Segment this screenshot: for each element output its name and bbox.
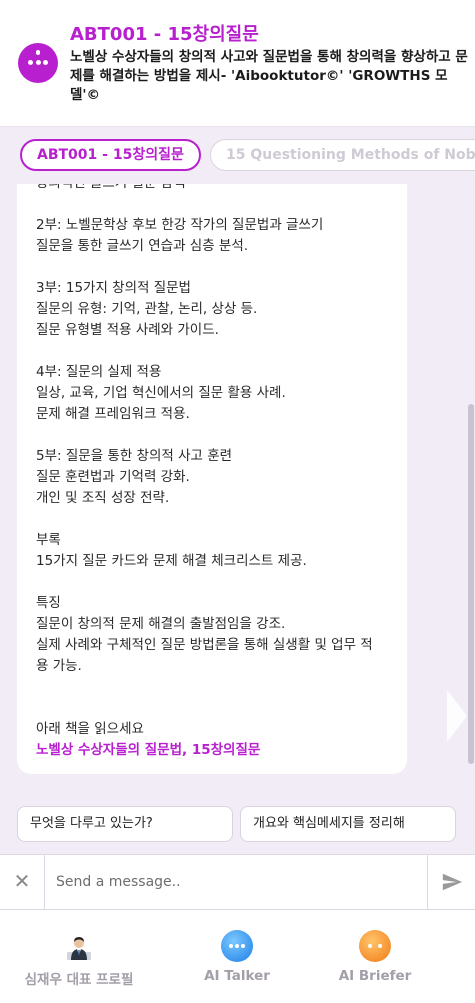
message-line: 질문을 통한 글쓰기 연습과 심층 분석. (36, 238, 249, 254)
nav-label-ai-briefer: AI Briefer (338, 968, 412, 984)
message-section: 2부: 노벨문학상 후보 한강 작가의 질문법과 글쓰기 질문을 통한 글쓰기 … (36, 215, 396, 257)
nav-item-profile[interactable]: 심재우 대표 프로필 (0, 910, 158, 1003)
suggestion-button-summary[interactable]: 개요와 핵심메세지를 정리해 (240, 806, 456, 842)
message-partial-line: 창의적인 글쓰기 질문 탐색 (36, 184, 396, 194)
message-line: 4부: 질문의 실제 적용 (36, 364, 162, 380)
message-line: 문제 해결 프레임워크 적용. (36, 406, 190, 422)
message-line: 부록 (36, 532, 61, 548)
message-line: 3부: 15가지 창의적 질문법 (36, 280, 191, 296)
message-line: 특징 (36, 595, 61, 611)
nav-item-ai-talker[interactable]: AI Talker (158, 910, 316, 1003)
message-line: 실제 사례와 구체적인 질문 방법론을 통해 실생활 및 업무 적 (36, 637, 373, 653)
message-section: 부록 15가지 질문 카드와 문제 해결 체크리스트 제공. (36, 530, 396, 572)
chat-subtitle: 노벨상 수상자들의 창의적 사고와 질문법을 통해 창의력을 향상하고 문제를 … (70, 49, 468, 103)
book-link[interactable]: 노벨상 수상자들의 질문법, 15창의질문 (36, 740, 396, 761)
message-line: 5부: 질문을 통한 창의적 사고 훈련 (36, 448, 233, 464)
tab-bar: ABT001 - 15창의질문 15 Questioning Methods o… (0, 128, 475, 184)
tab-15-questioning-methods[interactable]: 15 Questioning Methods of Nobel Laureate… (210, 139, 475, 171)
message-line: 15가지 질문 카드와 문제 해결 체크리스트 제공. (36, 553, 307, 569)
suggestion-button-topic[interactable]: 무엇을 다루고 있는가? (17, 806, 233, 842)
nav-label-profile: 심재우 대표 프로필 (24, 972, 134, 988)
message-line: 개인 및 조직 성장 전략. (36, 490, 170, 506)
tab-abt001[interactable]: ABT001 - 15창의질문 (20, 139, 201, 171)
message-line: 질문의 유형: 기억, 관찰, 논리, 상상 등. (36, 301, 258, 317)
scrollbar-thumb[interactable] (468, 404, 474, 764)
close-icon[interactable]: ✕ (0, 855, 45, 909)
send-button[interactable] (427, 855, 475, 909)
message-composer: ✕ (0, 854, 475, 910)
message-line: 질문이 창의적 문제 해결의 출발점임을 강조. (36, 616, 286, 632)
bot-message: 창의적인 글쓰기 질문 탐색 2부: 노벨문학상 후보 한강 작가의 질문법과 … (17, 184, 407, 774)
message-section: 아래 책을 읽으세요 노벨상 수상자들의 질문법, 15창의질문 (36, 719, 396, 761)
message-line: 질문 훈련법과 기억력 강화. (36, 469, 190, 485)
nav-label-ai-talker: AI Talker (204, 968, 270, 984)
message-line: 질문 유형별 적용 사례와 가이드. (36, 322, 219, 338)
briefer-icon (359, 930, 391, 962)
message-line: 2부: 노벨문학상 후보 한강 작가의 질문법과 글쓰기 (36, 217, 324, 233)
nav-item-ai-briefer[interactable]: AI Briefer (296, 910, 454, 1003)
message-section: 특징 질문이 창의적 문제 해결의 출발점임을 강조. 실제 사례와 구체적인 … (36, 593, 396, 677)
message-section: 5부: 질문을 통한 창의적 사고 훈련 질문 훈련법과 기억력 강화. 개인 … (36, 446, 396, 509)
talker-icon (221, 930, 253, 962)
send-icon (442, 873, 463, 891)
message-line: 용 가능. (36, 658, 82, 674)
message-input[interactable] (46, 855, 426, 909)
bot-avatar-icon (18, 43, 58, 83)
chat-title: ABT001 - 15창의질문 (70, 24, 259, 45)
message-section: 4부: 질문의 실제 적용 일상, 교육, 기업 혁신에서의 질문 활용 사례.… (36, 362, 396, 425)
bottom-nav: 심재우 대표 프로필 AI Talker AI Briefer (0, 910, 475, 1003)
scroll-right-arrow-icon[interactable] (447, 690, 467, 742)
message-section: 3부: 15가지 창의적 질문법 질문의 유형: 기억, 관찰, 논리, 상상 … (36, 278, 396, 341)
message-line: 일상, 교육, 기업 혁신에서의 질문 활용 사례. (36, 385, 286, 401)
read-prompt: 아래 책을 읽으세요 (36, 721, 144, 737)
chat-header: ABT001 - 15창의질문 노벨상 수상자들의 창의적 사고와 질문법을 통… (0, 0, 475, 127)
profile-icon (63, 930, 95, 962)
